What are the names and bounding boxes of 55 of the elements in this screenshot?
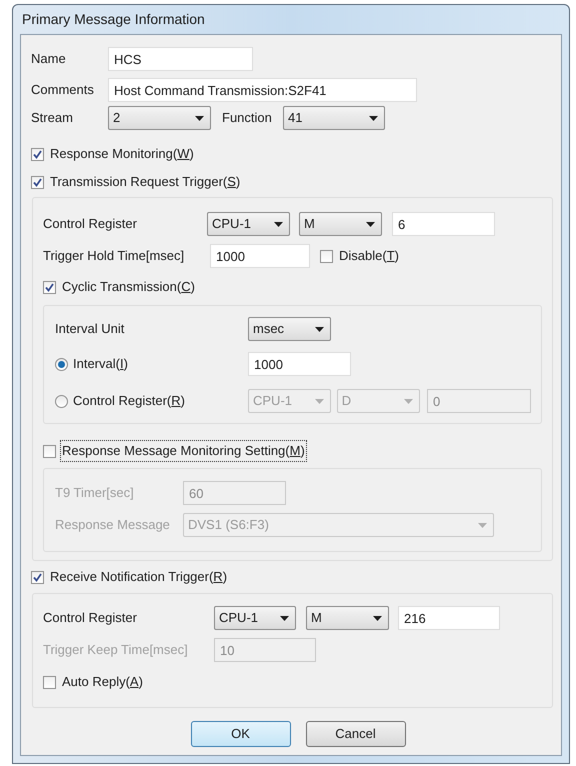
caret-icon — [369, 116, 378, 120]
interval-unit-dropdown[interactable]: msec — [248, 317, 331, 341]
checkbox-label: Receive Notification Trigger(R) — [49, 568, 228, 586]
field-label: Interval Unit — [55, 320, 126, 338]
field-label: Name — [31, 50, 67, 68]
checkbox-label: Response Message Monitoring Setting(M) — [60, 440, 307, 462]
name-field[interactable]: HCS — [108, 47, 253, 71]
checkbox[interactable] — [31, 176, 44, 188]
checkbox[interactable] — [43, 280, 56, 294]
comments-field[interactable]: Host Command Transmission:S2F41 — [108, 78, 417, 102]
checkbox-label: Auto Reply(A) — [61, 673, 144, 692]
caret-icon — [478, 522, 487, 528]
function-dropdown[interactable]: 41 — [283, 106, 385, 130]
caret-icon — [315, 326, 324, 332]
checkbox-label: Cyclic Transmission(C) — [61, 278, 196, 296]
checkbox[interactable] — [320, 250, 333, 262]
cpu-dropdown[interactable]: CPU-1 — [214, 606, 296, 630]
trigger-hold-time-field[interactable]: 1000 — [210, 244, 310, 268]
radio-label: Control Register(R) — [73, 392, 185, 410]
radio-button[interactable] — [55, 394, 68, 408]
checkbox-label: Response Monitoring(W) — [49, 145, 195, 164]
stream-dropdown[interactable]: 2 — [108, 106, 211, 130]
caret-icon — [280, 616, 289, 620]
field-label: Response Message — [55, 516, 171, 534]
field-label: Control Register — [43, 609, 138, 628]
field-label: Trigger Keep Time[msec] — [43, 641, 189, 660]
device-dropdown[interactable]: M — [299, 212, 382, 236]
caret-icon — [274, 222, 283, 226]
field-label: Function — [222, 109, 273, 128]
field-label: Stream — [31, 109, 74, 128]
caret-icon — [373, 616, 382, 620]
checkbox[interactable] — [31, 570, 44, 584]
address-field[interactable]: 6 — [392, 212, 495, 236]
radio-button[interactable] — [55, 358, 68, 370]
cancel-button[interactable]: Cancel — [306, 721, 406, 747]
caret-icon — [404, 398, 413, 404]
caret-icon — [195, 116, 204, 120]
cpu-dropdown[interactable]: CPU-1 — [207, 212, 290, 236]
field-label: T9 Timer[sec] — [55, 484, 135, 502]
radio-label: Interval(I) — [73, 355, 128, 374]
checkbox[interactable] — [43, 444, 56, 458]
checkbox[interactable] — [43, 676, 56, 688]
checkbox-label: Transmission Request Trigger(S) — [49, 173, 242, 192]
interval-field[interactable]: 1000 — [248, 352, 351, 376]
caret-icon — [315, 398, 324, 404]
window-title: Primary Message Information — [22, 10, 205, 29]
device-dropdown[interactable]: M — [306, 606, 389, 630]
field-label: Comments — [31, 81, 95, 100]
checkbox[interactable] — [31, 148, 44, 160]
field-label: Trigger Hold Time[msec] — [43, 247, 186, 266]
checkbox-label: Disable(T) — [338, 247, 400, 266]
address-field[interactable]: 216 — [398, 606, 500, 630]
field-label: Control Register — [43, 215, 138, 234]
caret-icon — [366, 222, 375, 226]
ok-button[interactable]: OK — [190, 721, 290, 747]
